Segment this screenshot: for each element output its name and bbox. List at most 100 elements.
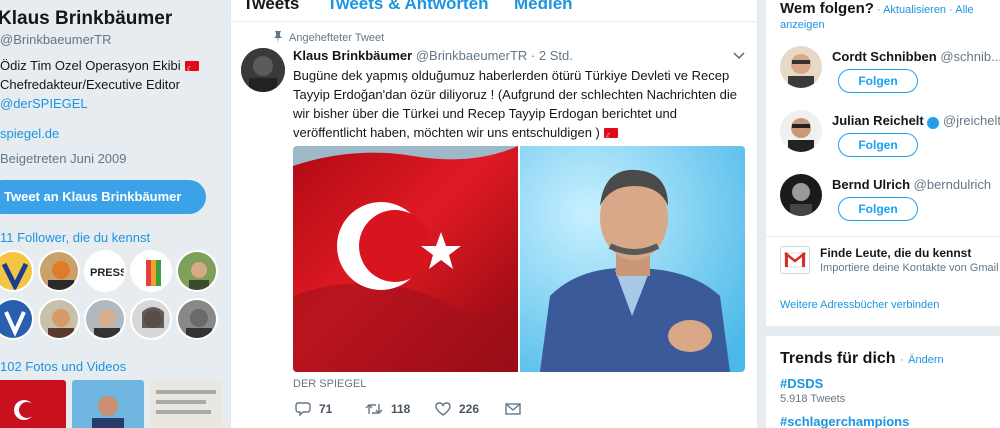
- profile-name: Klaus Brinkbäumer: [0, 8, 173, 29]
- suggestion-name-line[interactable]: Bernd Ulrich @berndulrich: [832, 177, 991, 192]
- heart-icon: [435, 401, 451, 416]
- mail-icon: [505, 402, 521, 415]
- like-count: 226: [459, 401, 480, 416]
- trends-header: Trends für dich · Ändern: [780, 350, 944, 368]
- tab-media[interactable]: Medien: [514, 0, 573, 14]
- trend-item[interactable]: #schlagerchampions: [780, 414, 909, 428]
- who-to-follow-card: Wem folgen? · Aktualisieren · Alle anzei…: [766, 0, 1000, 326]
- pinned-tweet-label: Angehefteter Tweet: [289, 32, 385, 44]
- turkish-flag-image[interactable]: [293, 146, 518, 372]
- retweet-count: 118: [391, 401, 411, 416]
- media-thumbnail[interactable]: [0, 380, 66, 428]
- profile-website-link[interactable]: spiegel.de: [0, 126, 59, 141]
- follow-button[interactable]: Folgen: [838, 133, 918, 157]
- profile-joined-date: Beigetreten Juni 2009: [0, 151, 127, 166]
- media-thumbnail[interactable]: [150, 380, 222, 428]
- follower-avatar[interactable]: [130, 250, 172, 292]
- gmail-icon: [780, 246, 810, 274]
- follow-button[interactable]: Folgen: [838, 197, 918, 221]
- suggestion-item: Julian Reichelt ✓ @jreichelt Folgen: [780, 110, 1000, 170]
- retweet-icon: [365, 403, 383, 414]
- follower-avatar[interactable]: [38, 250, 80, 292]
- retweet-button[interactable]: 118: [365, 402, 435, 416]
- followers-avatar-row-2: [0, 298, 218, 340]
- suggestion-avatar[interactable]: [780, 174, 822, 216]
- who-to-follow-title: Wem folgen?: [780, 0, 874, 17]
- follower-avatar[interactable]: [130, 298, 172, 340]
- suggestion-name-line[interactable]: Julian Reichelt ✓ @jreichelt: [832, 113, 1000, 129]
- follower-avatar[interactable]: [38, 298, 80, 340]
- tweet-body: Bugüne dek yapmış olduğumuz haberlerden …: [293, 68, 738, 140]
- svg-text:PRESSE: PRESSE: [90, 267, 126, 279]
- profile-handle[interactable]: @BrinkbaeumerTR: [0, 32, 111, 47]
- follower-avatar[interactable]: [176, 298, 218, 340]
- suggestion-name[interactable]: Cordt Schnibben: [832, 49, 937, 64]
- profile-sidebar: Klaus Brinkbäumer @BrinkbaeumerTR Ödiz T…: [0, 0, 230, 428]
- bio-line-2: Chefredakteur/Executive Editor: [0, 77, 180, 92]
- follower-avatar[interactable]: [0, 298, 34, 340]
- reply-icon: [295, 402, 311, 416]
- separator-dot: ·: [900, 354, 904, 366]
- tweet-dot: ·: [530, 48, 536, 63]
- follow-button[interactable]: Folgen: [838, 69, 918, 93]
- trend-item[interactable]: #DSDS: [780, 376, 823, 391]
- tweet-author-avatar[interactable]: [241, 48, 285, 92]
- like-button[interactable]: 226: [435, 402, 505, 416]
- suggestion-avatar[interactable]: [780, 110, 822, 152]
- suggestion-name[interactable]: Bernd Ulrich: [832, 177, 910, 192]
- profile-bio: Ödiz Tim Ozel Operasyon Ekibi Chefredakt…: [0, 56, 230, 113]
- followers-avatar-row-1: PRESSE: [0, 250, 218, 292]
- follower-avatar[interactable]: [84, 298, 126, 340]
- suggestion-item: Bernd Ulrich @berndulrich Folgen: [780, 174, 1000, 234]
- tweet-text: Bugüne dek yapmış olduğumuz haberlerden …: [293, 66, 745, 146]
- connect-address-books-link[interactable]: Weitere Adressbücher verbinden: [780, 299, 939, 311]
- suggestion-name[interactable]: Julian Reichelt: [832, 113, 924, 128]
- suggestion-item: Cordt Schnibben @schnib... Folgen: [780, 46, 1000, 106]
- profile-tabs: Tweets Tweets & Antworten Medien: [231, 0, 759, 22]
- tweet-header: Klaus Brinkbäumer @BrinkbaeumerTR · 2 St…: [293, 48, 573, 63]
- media-thumbnails: [0, 380, 222, 428]
- right-sidebar: Wem folgen? · Aktualisieren · Alle anzei…: [766, 0, 1000, 428]
- trends-title: Trends für dich: [780, 350, 896, 367]
- timeline: Tweets Tweets & Antworten Medien Angehef…: [230, 0, 759, 428]
- follower-avatar[interactable]: [176, 250, 218, 292]
- tweet-author-name[interactable]: Klaus Brinkbäumer: [293, 48, 412, 63]
- reply-button[interactable]: 71: [295, 401, 365, 416]
- refresh-link[interactable]: Aktualisieren: [883, 4, 946, 16]
- photos-videos-link[interactable]: 102 Fotos und Videos: [0, 359, 126, 374]
- pin-icon: [274, 31, 282, 43]
- turkey-flag-icon: [184, 60, 199, 79]
- tweet-to-button[interactable]: Tweet an Klaus Brinkbäumer: [0, 180, 206, 214]
- tab-tweets-replies[interactable]: Tweets & Antworten: [327, 0, 489, 14]
- suggestion-avatar[interactable]: [780, 46, 822, 88]
- trend-count: 5.918 Tweets: [780, 393, 846, 405]
- bio-line-1: Ödiz Tim Ozel Operasyon Ekibi: [0, 58, 181, 73]
- bio-mention-link[interactable]: @derSPIEGEL: [0, 94, 230, 113]
- erdogan-portrait-image[interactable]: [520, 146, 745, 372]
- followers-you-know-link[interactable]: 11 Follower, die du kennst: [0, 230, 150, 245]
- trends-card: Trends für dich · Ändern #DSDS 5.918 Twe…: [766, 336, 1000, 428]
- verified-badge-icon: ✓: [927, 117, 940, 129]
- tweet-media-source: DER SPIEGEL: [293, 378, 367, 390]
- direct-message-button[interactable]: [505, 402, 521, 415]
- who-to-follow-header: Wem folgen? · Aktualisieren · Alle anzei…: [780, 1, 1000, 33]
- tweet-time[interactable]: 2 Std.: [539, 48, 573, 63]
- turkey-flag-emoji-icon: [603, 127, 618, 146]
- find-people-title[interactable]: Finde Leute, die du kennst: [820, 246, 971, 260]
- follower-avatar[interactable]: PRESSE: [84, 250, 126, 292]
- media-thumbnail[interactable]: [72, 380, 144, 428]
- follower-avatar[interactable]: [0, 250, 34, 292]
- tweet-author-handle[interactable]: @BrinkbaeumerTR: [416, 48, 527, 63]
- tab-tweets[interactable]: Tweets: [243, 0, 299, 14]
- suggestion-handle: @berndulrich: [913, 177, 992, 192]
- suggestion-handle: @schnib...: [940, 49, 1000, 64]
- tweet-media[interactable]: [293, 146, 745, 372]
- suggestion-handle: @jreichelt: [943, 113, 1000, 128]
- reply-count: 71: [319, 401, 333, 416]
- chevron-down-icon[interactable]: [733, 52, 745, 60]
- divider: [766, 236, 1000, 237]
- suggestion-name-line[interactable]: Cordt Schnibben @schnib...: [832, 49, 1000, 64]
- trends-change-link[interactable]: Ändern: [908, 354, 943, 366]
- tweet-actions: 71 118 226: [295, 401, 521, 416]
- find-people-subtitle: Importiere deine Kontakte von Gmail: [820, 262, 999, 274]
